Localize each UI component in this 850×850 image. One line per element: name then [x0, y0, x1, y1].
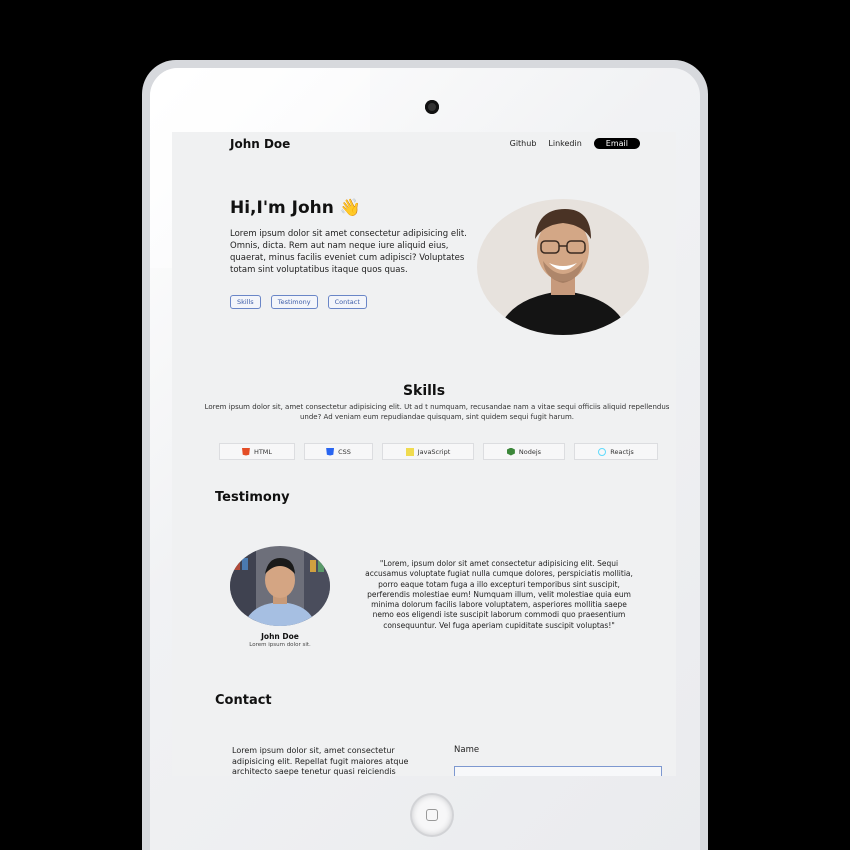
- testimony-name: John Doe: [261, 632, 299, 641]
- hero-buttons: Skills Testimony Contact: [230, 295, 367, 309]
- skill-reactjs[interactable]: Reactjs: [574, 443, 658, 460]
- skill-html[interactable]: HTML: [219, 443, 295, 460]
- skill-label: Nodejs: [518, 447, 542, 456]
- skills-title: Skills: [402, 383, 446, 399]
- react-icon: [598, 447, 607, 456]
- hero-description: Lorem ipsum dolor sit amet consectetur a…: [230, 229, 467, 275]
- skills-list: HTML CSS JavaScript Nodejs Reactjs: [219, 443, 658, 460]
- hero-title: Hi,I'm John 👋: [230, 198, 361, 218]
- testimony-role: Lorem ipsum dolor sit.: [249, 642, 311, 648]
- nodejs-icon: [506, 447, 515, 456]
- name-label: Name: [454, 745, 480, 755]
- skills-description: Lorem ipsum dolor sit, amet consectetur …: [204, 403, 670, 421]
- testimony-avatar: [230, 546, 330, 626]
- portfolio-page: John Doe Github Linkedin Email Hi,I'm Jo…: [172, 132, 676, 776]
- skill-label: CSS: [338, 447, 351, 456]
- name-input[interactable]: [454, 766, 662, 776]
- nav-linkedin-link[interactable]: Linkedin: [548, 139, 581, 148]
- brand-name[interactable]: John Doe: [230, 137, 290, 151]
- contact-description: Lorem ipsum dolor sit, amet consectetur …: [232, 746, 409, 776]
- home-button[interactable]: [412, 795, 452, 835]
- testimony-title: Testimony: [215, 490, 290, 505]
- javascript-icon: [405, 447, 414, 456]
- contact-button[interactable]: Contact: [327, 295, 367, 309]
- skill-nodejs[interactable]: Nodejs: [483, 443, 565, 460]
- contact-title: Contact: [215, 693, 272, 708]
- skill-javascript[interactable]: JavaScript: [382, 443, 474, 460]
- skills-button[interactable]: Skills: [230, 295, 261, 309]
- testimony-quote: "Lorem, ipsum dolor sit amet consectetur…: [365, 559, 633, 630]
- nav-email-button[interactable]: Email: [593, 138, 640, 149]
- css3-icon: [326, 447, 335, 456]
- camera-icon: [425, 100, 439, 114]
- skill-css[interactable]: CSS: [304, 443, 373, 460]
- skill-label: Reactjs: [610, 447, 634, 456]
- profile-photo: [477, 199, 649, 335]
- home-square-icon: [426, 809, 438, 821]
- nav-github-link[interactable]: Github: [510, 139, 537, 148]
- skill-label: HTML: [253, 447, 273, 456]
- profile-photo-illustration: [477, 199, 649, 335]
- testimony-button[interactable]: Testimony: [270, 295, 318, 309]
- html5-icon: [241, 447, 250, 456]
- top-nav: Github Linkedin Email: [510, 138, 640, 149]
- skill-label: JavaScript: [417, 447, 451, 456]
- testimony-avatar-illustration: [230, 546, 330, 626]
